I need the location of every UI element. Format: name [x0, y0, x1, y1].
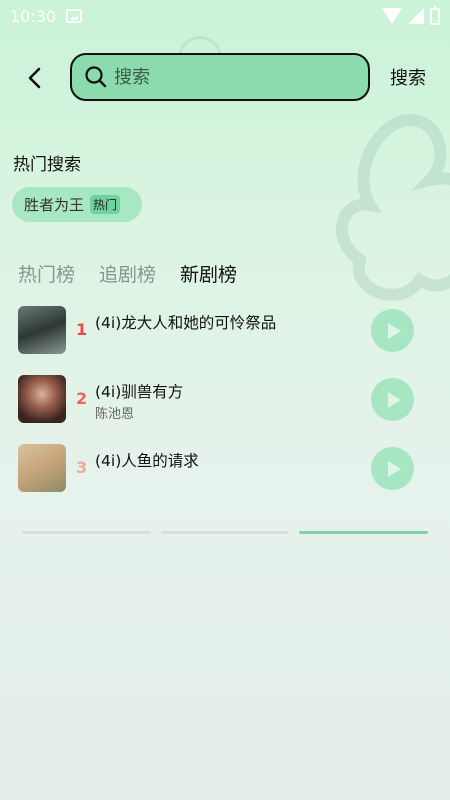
- wifi-icon: [382, 8, 402, 24]
- drama-cover-image[interactable]: [18, 306, 66, 354]
- search-icon: [85, 66, 107, 88]
- signal-icon: [408, 8, 424, 24]
- tab-hot-ranking[interactable]: 热门榜: [18, 260, 75, 287]
- list-item[interactable]: 1 (4i)龙大人和她的可怜祭品: [18, 306, 418, 375]
- play-icon: [388, 322, 401, 339]
- hot-search-title: 热门搜索: [13, 155, 81, 175]
- image-notification-icon: [66, 9, 83, 23]
- play-button[interactable]: [371, 309, 414, 352]
- status-bar: 10:30: [0, 0, 450, 32]
- tab-follow-ranking[interactable]: 追剧榜: [99, 260, 156, 287]
- chevron-left-icon: [28, 67, 41, 89]
- hot-search-chip[interactable]: 胜者为王 热门: [12, 187, 142, 222]
- status-icons: [382, 5, 440, 25]
- page-indicator-segment: [22, 531, 151, 534]
- hot-search-chip-label: 胜者为王: [24, 196, 85, 214]
- page-indicator-segment-active: [299, 531, 429, 534]
- drama-title[interactable]: (4i)龙大人和她的可怜祭品: [95, 311, 276, 333]
- drama-title[interactable]: (4i)驯兽有方: [95, 380, 183, 402]
- hot-badge: 热门: [90, 195, 121, 214]
- play-icon: [388, 460, 401, 477]
- list-item[interactable]: 2 (4i)驯兽有方 陈池恩: [18, 375, 418, 444]
- search-input[interactable]: [114, 66, 354, 88]
- ranking-list: 1 (4i)龙大人和她的可怜祭品 2 (4i)驯兽有方 陈池恩 3 (4i)人鱼…: [18, 306, 418, 513]
- drama-cover-image[interactable]: [18, 375, 66, 423]
- rank-number: 2: [76, 389, 88, 408]
- tab-new-ranking[interactable]: 新剧榜: [180, 260, 237, 287]
- rank-number: 3: [76, 458, 88, 477]
- battery-icon: [430, 5, 440, 25]
- page-indicator: [22, 531, 429, 534]
- play-icon: [388, 391, 401, 408]
- play-button[interactable]: [371, 378, 414, 421]
- status-time: 10:30: [10, 6, 57, 26]
- background-decoration: [336, 113, 450, 301]
- back-button[interactable]: [20, 62, 48, 94]
- drama-subtitle: 陈池恩: [95, 407, 135, 422]
- page-indicator-segment: [160, 531, 290, 534]
- search-box[interactable]: [70, 53, 370, 101]
- search-button[interactable]: 搜索: [390, 64, 426, 90]
- list-item[interactable]: 3 (4i)人鱼的请求: [18, 444, 418, 513]
- ranking-tabs: 热门榜 追剧榜 新剧榜: [18, 260, 237, 287]
- play-button[interactable]: [371, 447, 414, 490]
- drama-cover-image[interactable]: [18, 444, 66, 492]
- drama-title[interactable]: (4i)人鱼的请求: [95, 449, 199, 471]
- rank-number: 1: [76, 320, 88, 339]
